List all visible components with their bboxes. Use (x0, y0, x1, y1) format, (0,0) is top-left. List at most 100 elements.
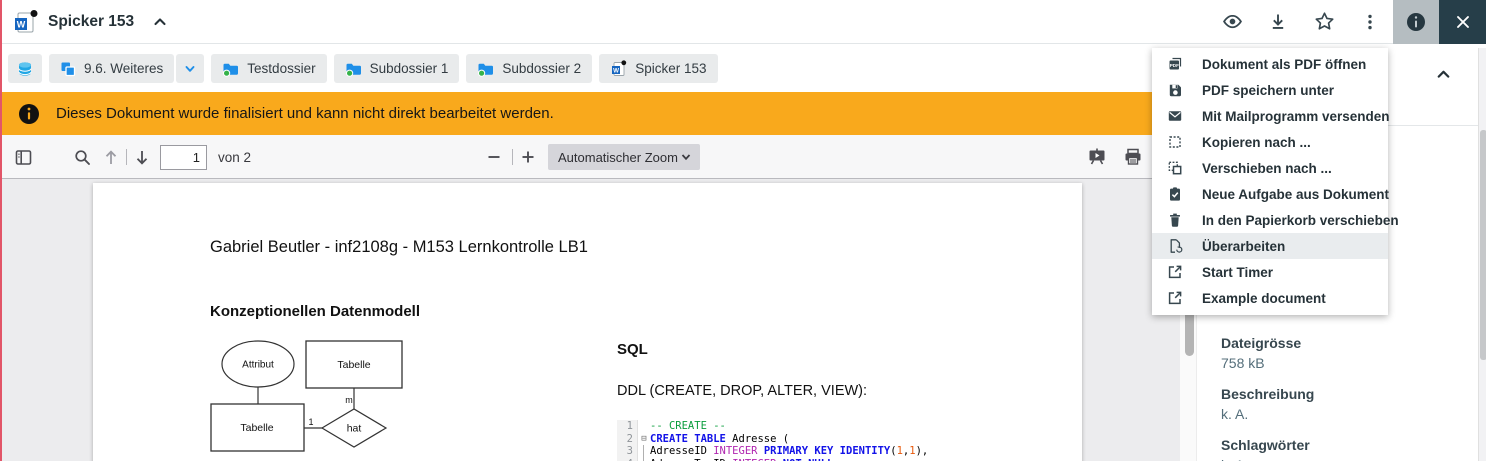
external-link-icon (1167, 264, 1183, 280)
diagram-rect-bottom-label: Tabelle (240, 422, 273, 434)
breadcrumb-item-testdossier[interactable]: Testdossier (211, 54, 326, 83)
arrow-down-icon (133, 148, 151, 167)
diagram-diamond-label: hat (347, 423, 362, 435)
diagram-cardinality-m: m (345, 395, 353, 405)
breadcrumb-item-spicker153[interactable]: W Spicker 153 (599, 54, 717, 83)
chevron-up-icon (1435, 66, 1452, 83)
arrow-up-icon (102, 148, 120, 167)
word-file-icon: W (12, 10, 38, 34)
menu-item-open-pdf[interactable]: PDF Dokument als PDF öffnen (1152, 51, 1388, 77)
sidebar-toggle-button[interactable] (8, 135, 38, 179)
menu-item-label: Dokument als PDF öffnen (1202, 57, 1366, 72)
more-actions-button[interactable] (1347, 0, 1393, 44)
favorite-button[interactable] (1301, 0, 1347, 44)
window-edge (0, 0, 2, 461)
field-label: Dateigrösse (1221, 334, 1462, 352)
breadcrumb-root[interactable] (8, 54, 42, 83)
sql-code-block: 1-- CREATE --2⊟CREATE TABLE Adresse (3Ad… (617, 420, 1080, 461)
code-line: 1-- CREATE -- (617, 420, 1080, 433)
download-button[interactable] (1255, 0, 1301, 44)
sidebar-toggle-icon (14, 148, 33, 167)
toolbar-separator (126, 149, 127, 165)
close-button[interactable] (1439, 0, 1486, 44)
field-schlagwoerter: Schlagwörter k. A. (1221, 436, 1462, 461)
hierarchy-icon (60, 61, 76, 77)
menu-item-move-to-trash[interactable]: In den Papierkorb verschieben (1152, 207, 1388, 233)
menu-item-new-task[interactable]: Neue Aufgabe aus Dokument (1152, 181, 1388, 207)
chevron-down-icon (183, 62, 197, 76)
menu-item-ueberarbeiten[interactable]: Überarbeiten (1152, 233, 1388, 259)
banner-text: Dieses Dokument wurde finalisiert und ka… (56, 105, 554, 122)
folder-icon (477, 61, 494, 77)
menu-item-send-mail[interactable]: Mit Mailprogramm versenden (1152, 103, 1388, 129)
pdf-icon: PDF (1167, 56, 1183, 72)
menu-item-label: In den Papierkorb verschieben (1202, 213, 1399, 228)
zoom-select[interactable]: Automatischer Zoom (548, 144, 700, 170)
move-icon (1167, 160, 1183, 176)
toolbar-separator (512, 149, 513, 165)
page-count-label: von 2 (218, 135, 251, 179)
field-value: k. A. (1221, 405, 1462, 423)
find-button[interactable] (68, 135, 96, 179)
breadcrumb-label: Subdossier 1 (370, 61, 449, 76)
menu-item-start-timer[interactable]: Start Timer (1152, 259, 1388, 285)
breadcrumb-item-weiteres[interactable]: 9.6. Weiteres (49, 54, 174, 83)
document-heading: Konzeptionellen Datenmodell (210, 303, 420, 320)
print-icon (1123, 147, 1143, 167)
diagram-cardinality-1: 1 (308, 417, 313, 427)
code-line: 3AdresseID INTEGER PRIMARY KEY IDENTITY(… (617, 445, 1080, 458)
ddl-label: DDL (CREATE, DROP, ALTER, VIEW): (617, 383, 867, 399)
mail-icon (1167, 108, 1183, 124)
menu-item-label: Verschieben nach ... (1202, 161, 1332, 176)
menu-item-save-pdf[interactable]: PDF speichern unter (1152, 77, 1388, 103)
next-page-button[interactable] (128, 135, 156, 179)
viewer-scrollbar-thumb[interactable] (1185, 308, 1194, 356)
task-icon (1167, 186, 1183, 202)
zoom-out-button[interactable] (480, 135, 508, 179)
breadcrumb-expand-button[interactable] (176, 54, 204, 83)
folder-icon (222, 61, 239, 77)
svg-text:W: W (613, 67, 619, 74)
presentation-mode-button[interactable] (1082, 135, 1112, 179)
menu-item-move-to[interactable]: Verschieben nach ... (1152, 155, 1388, 181)
external-link-icon (1167, 290, 1183, 306)
page-number-input[interactable] (160, 145, 207, 170)
kebab-menu-icon (1361, 13, 1379, 31)
previous-page-button[interactable] (98, 135, 124, 179)
breadcrumb-label: Spicker 153 (635, 61, 706, 76)
menu-item-copy-to[interactable]: Kopieren nach ... (1152, 129, 1388, 155)
info-circle-icon (18, 103, 40, 125)
svg-text:PDF: PDF (1170, 63, 1179, 68)
field-label: Schlagwörter (1221, 436, 1462, 454)
code-line: 4AdresseTypID INTEGER NOT NULL (617, 458, 1080, 461)
breadcrumb-label: Subdossier 2 (502, 61, 581, 76)
document-title: Gabriel Beutler - inf2108g - M153 Lernko… (210, 238, 588, 257)
breadcrumb-item-subdossier1[interactable]: Subdossier 1 (334, 54, 460, 83)
menu-item-example-document[interactable]: Example document (1152, 285, 1388, 311)
pdf-toolbar: von 2 Automatischer Zoom (0, 135, 1196, 179)
field-dateigroesse: Dateigrösse 758 kB (1221, 334, 1462, 372)
field-beschreibung: Beschreibung k. A. (1221, 385, 1462, 423)
preview-button[interactable] (1209, 0, 1255, 44)
breadcrumb: 9.6. Weiteres Testdossier Subdossier 1 (0, 44, 1196, 92)
field-label: Beschreibung (1221, 385, 1462, 403)
search-icon (73, 148, 92, 167)
window-scrollbar[interactable] (1478, 48, 1486, 461)
diagram-ellipse-label: Attribut (242, 360, 274, 371)
window-scrollbar-thumb[interactable] (1480, 130, 1486, 360)
print-button[interactable] (1118, 135, 1148, 179)
menu-item-label: Example document (1202, 291, 1326, 306)
zoom-in-button[interactable] (514, 135, 542, 179)
folder-icon (345, 61, 362, 77)
panel-collapse-button[interactable] (1435, 66, 1452, 83)
menu-item-label: Neue Aufgabe aus Dokument (1202, 187, 1389, 202)
save-icon (1167, 82, 1183, 98)
menu-item-label: Start Timer (1202, 265, 1273, 280)
header: W Spicker 153 (0, 0, 1486, 44)
info-button[interactable] (1393, 0, 1439, 44)
chevron-up-icon[interactable] (152, 14, 168, 30)
presentation-mode-icon (1087, 147, 1107, 167)
breadcrumb-item-subdossier2[interactable]: Subdossier 2 (466, 54, 592, 83)
zoom-out-icon (486, 149, 502, 165)
pdf-viewer: Gabriel Beutler - inf2108g - M153 Lernko… (0, 179, 1196, 461)
